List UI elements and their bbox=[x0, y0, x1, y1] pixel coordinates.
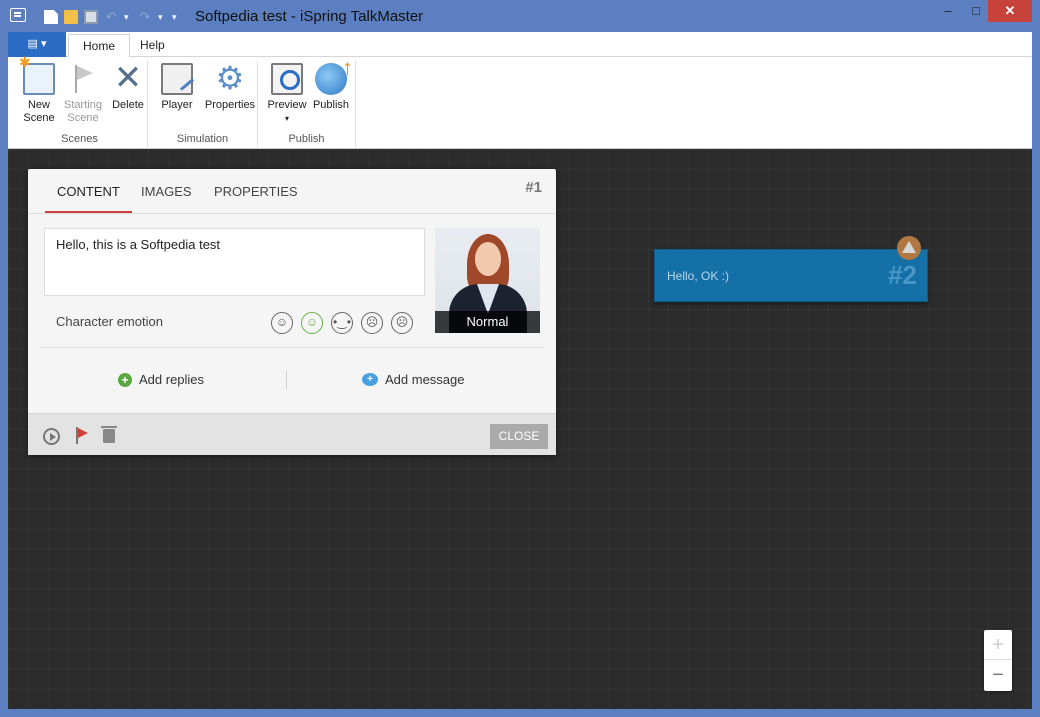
tab-properties[interactable]: PROPERTIES bbox=[202, 183, 310, 214]
preview-label: Preview bbox=[267, 99, 307, 111]
preview-dropdown-icon[interactable]: ▾ bbox=[285, 114, 289, 123]
group-scenes: New Scene Starting Scene ✕ Delete Scenes bbox=[12, 56, 151, 147]
save-icon[interactable] bbox=[84, 10, 98, 24]
message-bubble-icon: + bbox=[362, 373, 378, 386]
window-title: Softpedia test - iSpring TalkMaster bbox=[195, 8, 424, 25]
properties-label: Properties bbox=[204, 99, 256, 111]
redo-dropdown-icon[interactable]: ▾ bbox=[158, 10, 166, 24]
scene-node-text: Hello, OK :) bbox=[667, 269, 730, 283]
group-label-simulation: Simulation bbox=[176, 133, 229, 145]
title-bar: ↶ ▾ ↷ ▾ ▾ Softpedia test - iSpring TalkM… bbox=[0, 0, 1040, 32]
tab-help[interactable]: Help bbox=[126, 34, 179, 58]
publish-globe-icon bbox=[315, 61, 353, 95]
maximize-button[interactable]: □ bbox=[962, 0, 990, 22]
action-separator bbox=[286, 371, 287, 389]
zoom-in-button[interactable]: + bbox=[984, 630, 1012, 660]
customize-qat-icon[interactable]: ▾ bbox=[172, 10, 180, 24]
add-replies-label: Add replies bbox=[139, 372, 205, 387]
player-icon bbox=[161, 63, 193, 95]
new-file-icon[interactable] bbox=[44, 10, 58, 24]
sad-emotion-icon[interactable]: ☹ bbox=[361, 312, 383, 334]
add-replies-button[interactable]: + Add replies bbox=[118, 372, 204, 387]
angry-emotion-icon[interactable]: ☹ bbox=[391, 312, 413, 334]
add-message-label: Add message bbox=[385, 372, 465, 387]
group-label-scenes: Scenes bbox=[61, 133, 98, 145]
panel-footer: CLOSE bbox=[28, 413, 556, 455]
player-button[interactable]: Player bbox=[154, 63, 200, 112]
publish-button[interactable]: Publish bbox=[308, 61, 354, 112]
starting-scene-label: Starting Scene bbox=[64, 99, 102, 124]
file-menu-button[interactable]: ▤ ▾ bbox=[8, 32, 66, 57]
properties-button[interactable]: ⚙ Properties bbox=[200, 60, 260, 112]
zoom-out-button[interactable]: − bbox=[984, 660, 1012, 690]
trash-icon[interactable] bbox=[101, 426, 117, 443]
app-logo-icon bbox=[10, 8, 26, 22]
scene-number: #1 bbox=[525, 179, 542, 196]
ribbon-tab-bar: ▤ ▾ Home Help bbox=[8, 32, 1032, 58]
emotion-picker: ☺ ☺ •‿• ☹ ☹ bbox=[271, 312, 413, 334]
tab-images[interactable]: IMAGES bbox=[129, 183, 204, 214]
undo-icon[interactable]: ↶ bbox=[104, 10, 118, 24]
quick-access-toolbar: ↶ ▾ ↷ ▾ ▾ bbox=[44, 10, 180, 24]
ribbon-home: New Scene Starting Scene ✕ Delete Scenes… bbox=[8, 56, 1032, 149]
player-label: Player bbox=[161, 99, 193, 111]
tab-divider bbox=[28, 213, 556, 214]
tab-content[interactable]: CONTENT bbox=[45, 183, 132, 214]
redo-icon[interactable]: ↷ bbox=[138, 10, 152, 24]
publish-label: Publish bbox=[312, 99, 350, 111]
normal-emotion-icon[interactable]: ☺ bbox=[301, 312, 323, 334]
character-avatar[interactable]: Normal bbox=[435, 228, 540, 333]
message-text-input[interactable]: Hello, this is a Softpedia test bbox=[44, 228, 425, 296]
group-label-publish: Publish bbox=[288, 133, 325, 145]
group-publish: Preview ▾ Publish Publish bbox=[258, 61, 356, 147]
delete-label: Delete bbox=[112, 99, 144, 111]
add-message-button[interactable]: + Add message bbox=[362, 372, 465, 387]
new-scene-button[interactable]: New Scene bbox=[16, 56, 62, 125]
content-divider bbox=[40, 347, 544, 348]
scene-node-number: #2 bbox=[888, 260, 917, 290]
delete-button[interactable]: ✕ Delete bbox=[105, 59, 151, 112]
plus-circle-icon: + bbox=[118, 372, 132, 387]
character-emotion-heading: Character emotion bbox=[56, 314, 163, 329]
tab-home[interactable]: Home bbox=[68, 34, 131, 58]
starting-scene-button: Starting Scene bbox=[60, 63, 106, 125]
character-emotion-label: Normal bbox=[435, 311, 540, 333]
warning-icon[interactable] bbox=[897, 236, 921, 260]
undo-dropdown-icon[interactable]: ▾ bbox=[124, 10, 132, 24]
delete-x-icon: ✕ bbox=[113, 59, 143, 97]
starting-flag-icon[interactable] bbox=[76, 427, 88, 444]
preview-magnifier-icon bbox=[271, 63, 303, 95]
gear-icon: ⚙ bbox=[215, 60, 245, 96]
avatar-face bbox=[475, 242, 501, 276]
flag-icon bbox=[67, 63, 99, 95]
new-scene-label: New Scene bbox=[23, 99, 55, 124]
zoom-control: + − bbox=[984, 630, 1012, 691]
play-icon[interactable] bbox=[43, 428, 60, 445]
scene-node-2[interactable]: Hello, OK :) #2 bbox=[654, 236, 928, 302]
open-folder-icon[interactable] bbox=[64, 10, 78, 24]
close-panel-button[interactable]: CLOSE bbox=[490, 424, 548, 449]
group-simulation: Player ⚙ Properties Simulation bbox=[148, 61, 258, 147]
new-scene-icon bbox=[19, 56, 55, 95]
happy-emotion-icon[interactable]: ☺ bbox=[271, 312, 293, 334]
neutral-emotion-icon[interactable]: •‿• bbox=[331, 312, 353, 334]
scene-canvas[interactable]: CONTENT IMAGES PROPERTIES #1 Hello, this… bbox=[8, 149, 1032, 709]
scene-editor-panel: CONTENT IMAGES PROPERTIES #1 Hello, this… bbox=[28, 169, 556, 455]
preview-button[interactable]: Preview ▾ bbox=[264, 63, 310, 125]
app-window: ↶ ▾ ↷ ▾ ▾ Softpedia test - iSpring TalkM… bbox=[0, 0, 1040, 717]
minimize-button[interactable]: ‒ bbox=[934, 0, 962, 22]
close-window-button[interactable]: ✕ bbox=[988, 0, 1032, 22]
